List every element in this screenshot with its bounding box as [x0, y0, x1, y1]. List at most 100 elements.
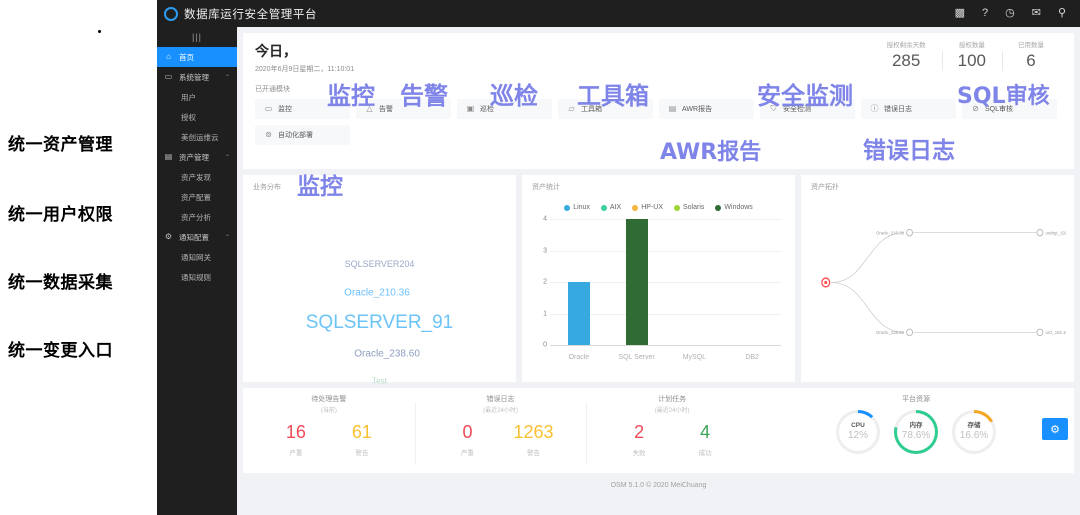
topology-chart: Oracle_210.36 orahgt_192.168.210.36 Oracle… [809, 189, 1080, 376]
x-axis-label: DB2 [745, 354, 759, 361]
summary-group-title: 错误日志 [486, 396, 515, 403]
license-stats: 授权剩余天数 285 授权数量 100 已用数量 6 [871, 39, 1060, 71]
monitor-icon: ▭ [264, 104, 273, 113]
help-icon[interactable]: ? [982, 8, 988, 19]
bar-series [550, 219, 781, 345]
legend-color-swatch [564, 204, 571, 211]
sidebar-subitem-4[interactable]: 美创运维云 [157, 127, 237, 147]
gauge-label: CPU [851, 422, 865, 430]
license-stat: 已用数量 6 [1002, 39, 1060, 71]
y-axis: 0 1 2 3 4 [532, 215, 550, 349]
summary-number-value: 4 [700, 422, 711, 442]
sidebar-subitem-label: 授权 [181, 112, 196, 122]
overlay-annotation: 监控 [327, 82, 375, 110]
document-icon: ▤ [668, 104, 677, 113]
sidebar-item-1[interactable]: ▭ 系统管理 ⌃ [157, 67, 237, 87]
module-card-8[interactable]: ⊚ 自动化部署 [255, 125, 350, 145]
topology-edge [831, 282, 904, 333]
summary-group-title: 待处理告警 [311, 396, 347, 403]
module-card-label: 自动化部署 [278, 132, 313, 139]
play-circle-icon: ⊚ [265, 130, 272, 139]
user-icon[interactable]: ⚲ [1058, 8, 1066, 19]
summary-number-label: 成功 [698, 450, 712, 457]
wordcloud-word: Test [372, 376, 387, 386]
chevron-up-icon[interactable]: ⌃ [225, 74, 230, 81]
table-bar [567, 282, 590, 345]
topology-node[interactable] [1036, 328, 1044, 337]
sidebar-item-9[interactable]: ⚙ 通知配置 ⌃ [157, 227, 237, 247]
module-card-label: 监控 [278, 106, 292, 113]
gauge-value: 16.6% [959, 429, 989, 441]
gauge-内存: 内存 78.6% [893, 410, 938, 454]
legend-entry: Windows [715, 204, 753, 211]
summary-stats-group: 待处理告警 (当前) 16 严重 61 警告 错误日志 (最近24小时) 0 严重 1263 警告 计划… [243, 394, 758, 473]
summary-number: 1263 警告 [513, 423, 553, 457]
left-annotation: 统一变更入口 [8, 341, 113, 360]
gauge-value: 12% [847, 429, 868, 441]
resources-title: 平台资源 [901, 396, 930, 403]
gauge-label: 存储 [967, 422, 981, 430]
sidebar-item-0[interactable]: ⌂ 首页 [157, 47, 237, 67]
sidebar-subitem-11[interactable]: 通知规则 [157, 267, 237, 287]
topology-node[interactable] [906, 328, 913, 337]
sidebar-item-label: 通知配置 [179, 232, 209, 242]
module-card-4[interactable]: ▤ AWR报告 [659, 99, 754, 119]
overlay-annotation: 巡检 [490, 82, 538, 110]
sidebar-subitem-2[interactable]: 用户 [157, 87, 237, 107]
legend-color-swatch [674, 204, 680, 211]
sidebar-subitem-label: 资产配置 [181, 192, 211, 202]
y-axis-tick: 4 [543, 215, 547, 223]
legend-color-swatch [715, 204, 722, 211]
license-stat-label: 已用数量 [1018, 42, 1044, 49]
y-axis-tick: 1 [543, 310, 547, 317]
chevron-up-icon[interactable]: ⌃ [225, 234, 230, 241]
summary-panel: 待处理告警 (当前) 16 严重 61 警告 错误日志 (最近24小时) 0 严重 1263 警告 计划… [243, 388, 1074, 473]
license-stat-value: 285 [891, 51, 921, 70]
sidebar-subitem-8[interactable]: 资产分析 [157, 207, 237, 227]
sidebar-subitem-3[interactable]: 授权 [157, 107, 237, 127]
sidebar-subitem-label: 通知网关 [181, 252, 211, 262]
summary-number-row: 0 严重 1263 警告 [415, 423, 587, 457]
sidebar-collapse-button[interactable]: ||| [157, 27, 237, 47]
module-card-6[interactable]: ⓘ 错误日志 [861, 99, 956, 119]
settings-button[interactable]: ⚙ [1042, 418, 1068, 440]
legend-label: Solaris [683, 204, 705, 211]
summary-group-subtitle: (最近24小时) [483, 408, 518, 414]
wordcloud-title: 业务分布 [253, 184, 281, 191]
summary-number: 2 失败 [619, 423, 659, 457]
left-annotation: 统一数据采集 [8, 273, 113, 292]
sidebar-item-5[interactable]: ▤ 资产管理 ⌃ [157, 147, 237, 167]
sidebar-subitem-7[interactable]: 资产配置 [157, 187, 237, 207]
gear-icon: ⚙ [164, 232, 173, 241]
license-stat-label: 授权剩余天数 [886, 42, 926, 49]
topology-panel: 资产拓扑 Oracle_210.36orahgt_192.168.210.36O… [801, 175, 1080, 382]
legend-label: AIX [609, 204, 622, 211]
sidebar-subitem-10[interactable]: 通知网关 [157, 247, 237, 267]
sidebar: ||| ⌂ 首页 ▭ 系统管理 ⌃ 用户授权美创运维云 ▤ 资产管理 ⌃ 资产发现资产配置资产分析… [157, 27, 237, 515]
chevron-up-icon[interactable]: ⌃ [225, 154, 230, 161]
sidebar-subitem-6[interactable]: 资产发现 [157, 167, 237, 187]
screenshot-root: 统一资产管理 统一用户权限 统一数据采集 统一变更入口 数据库运行安全管理平台 ▩? ◷… [0, 0, 1080, 515]
summary-number-label: 警告 [355, 450, 369, 457]
header-icon-group: ▩? ◷ ✉ ⚲ [955, 8, 1080, 19]
topology-node[interactable] [906, 228, 913, 237]
mail-icon[interactable]: ✉ [1032, 8, 1041, 19]
legend-entry: Linux [564, 204, 590, 211]
wordcloud-word: SQLSERVER_91 [305, 312, 454, 334]
wordcloud-panel: 业务分布 SQLSERVER204 Oracle_210.36 SQLSERVER_… [243, 175, 516, 386]
clock-icon[interactable]: ◷ [1005, 8, 1015, 19]
gauge-value: 78.6% [901, 429, 931, 441]
gauge-存储: 存储 16.6% [951, 410, 996, 454]
sidebar-subitem-label: 通知规则 [181, 272, 211, 282]
topology-node-label: Oracle_238.60 [876, 330, 904, 335]
summary-number-value: 0 [462, 422, 473, 442]
y-axis-tick: 3 [543, 247, 547, 254]
license-stat-value: 6 [1026, 51, 1036, 70]
topology-node-label: Oracle_210.36 [876, 230, 904, 235]
gauge-inner: CPU 12% [838, 413, 877, 451]
module-card-label: 告警 [379, 106, 393, 113]
apps-grid-icon[interactable]: ▩ [955, 8, 965, 19]
warning-circle-icon: ⓘ [870, 104, 879, 113]
overlay-annotation: 安全监测 [757, 82, 853, 110]
topology-node[interactable] [1036, 228, 1044, 237]
